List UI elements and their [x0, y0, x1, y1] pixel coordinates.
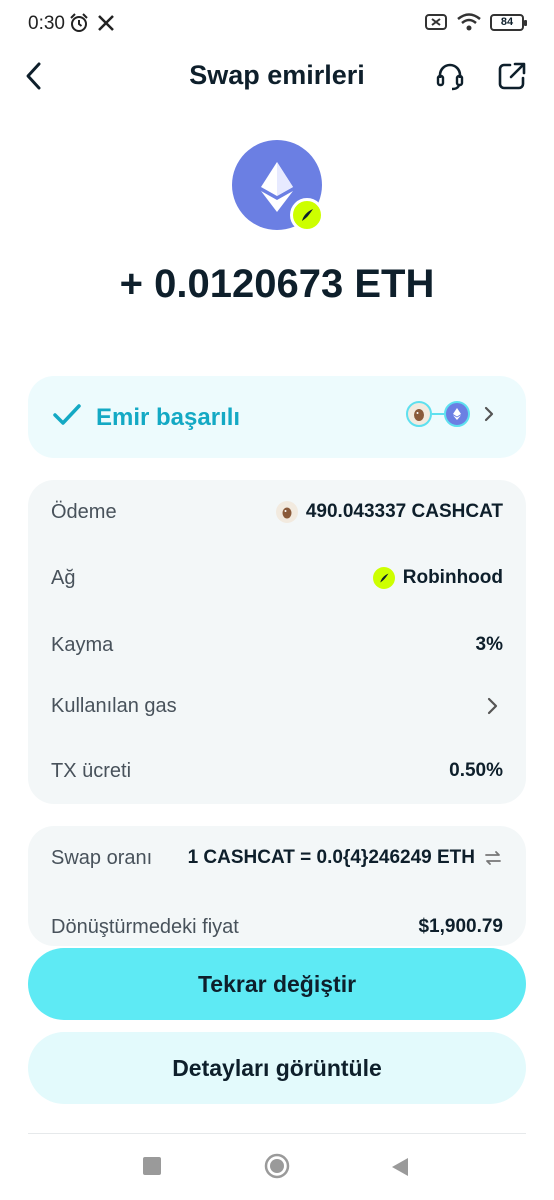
page-title: Swap emirleri: [189, 60, 365, 90]
swap-pair: [406, 401, 500, 427]
status-time: 0:30: [28, 13, 65, 34]
tx-fee-row: TX ücreti 0.50%: [51, 756, 503, 786]
slippage-value: 3%: [475, 634, 503, 655]
external-link-icon: [498, 62, 526, 90]
cashcat-token-icon: [406, 401, 432, 427]
battery-indicator: 84: [490, 13, 527, 31]
network-value: Robinhood: [402, 567, 503, 588]
payment-row: Ödeme 490.043337 CASHCAT: [51, 497, 503, 527]
payment-value: 490.043337 CASHCAT: [305, 501, 503, 522]
tx-fee-value: 0.50%: [449, 760, 503, 781]
network-row: Ağ Robinhood: [51, 563, 503, 593]
payment-label: Ödeme: [51, 500, 117, 523]
conversion-price-value: $1,900.79: [418, 916, 503, 937]
wifi-icon: [457, 13, 481, 31]
network-label: Ağ: [51, 566, 76, 589]
order-status-card[interactable]: Emir başarılı: [28, 376, 526, 458]
share-button[interactable]: [496, 60, 528, 92]
cashcat-icon: [275, 501, 298, 523]
chevron-right-icon: [484, 406, 494, 422]
order-status-text: Emir başarılı: [96, 404, 241, 431]
support-button[interactable]: [434, 60, 466, 92]
order-details-card: Ödeme 490.043337 CASHCAT Ağ Robinhood Ka…: [28, 480, 526, 804]
check-icon: [53, 404, 81, 425]
slippage-row: Kayma 3%: [51, 630, 503, 660]
swap-rate-row: Swap oranı 1 CASHCAT = 0.0{4}246249 ETH: [51, 843, 503, 873]
home-button[interactable]: [264, 1153, 290, 1179]
slippage-label: Kayma: [51, 633, 114, 656]
recent-apps-button[interactable]: [143, 1157, 161, 1175]
chevron-right-icon: [487, 697, 498, 715]
robinhood-chain-icon: [290, 198, 324, 232]
nav-back-button[interactable]: [390, 1156, 410, 1178]
swap-rate-label: Swap oranı: [51, 846, 153, 869]
divider: [28, 1133, 526, 1134]
view-details-button[interactable]: Detayları görüntüle: [28, 1032, 526, 1104]
swap-rate-card: Swap oranı 1 CASHCAT = 0.0{4}246249 ETH …: [28, 826, 526, 946]
tx-fee-label: TX ücreti: [51, 759, 132, 782]
conversion-price-row: Dönüştürmedeki fiyat $1,900.79: [51, 912, 503, 942]
x-app-icon: [98, 15, 114, 31]
header: Swap emirleri: [0, 48, 554, 104]
swap-direction-icon[interactable]: [483, 848, 503, 868]
no-sim-icon: [425, 14, 447, 30]
gas-used-label: Kullanılan gas: [51, 694, 177, 717]
robinhood-icon: [372, 567, 395, 589]
alarm-icon: [70, 13, 88, 32]
gas-used-row[interactable]: Kullanılan gas: [51, 691, 503, 721]
headset-icon: [436, 63, 464, 91]
status-bar: 0:30 84: [0, 0, 554, 48]
conversion-price-label: Dönüştürmedeki fiyat: [51, 915, 239, 938]
swap-rate-value: 1 CASHCAT = 0.0{4}246249 ETH: [187, 847, 475, 868]
swap-again-button[interactable]: Tekrar değiştir: [28, 948, 526, 1020]
received-amount: + 0.0120673 ETH: [119, 262, 435, 306]
eth-mini-icon: [444, 401, 470, 427]
